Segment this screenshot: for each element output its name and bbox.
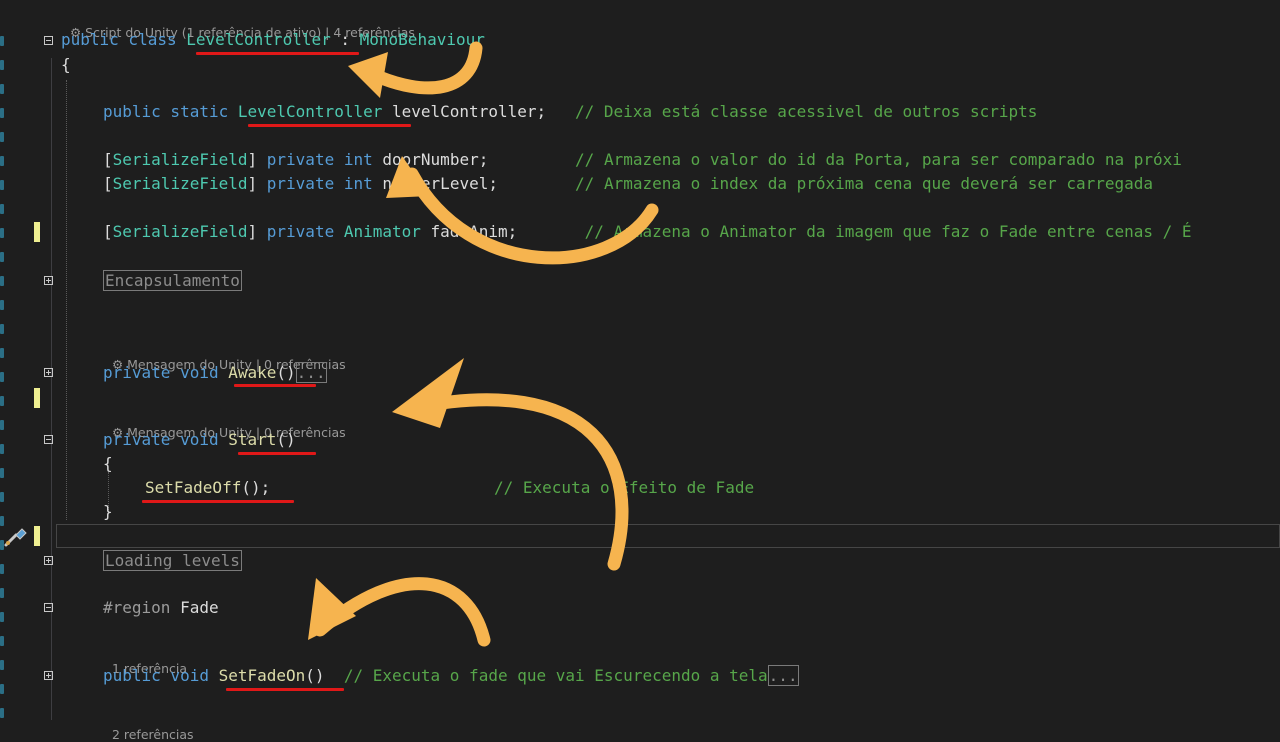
- arrow-annotation: [405, 393, 629, 571]
- arrow-annotation: [405, 167, 659, 265]
- arrow-head: [386, 156, 430, 198]
- arrow-head: [392, 358, 464, 428]
- arrow-annotations: [308, 41, 659, 647]
- arrow-head: [348, 52, 388, 98]
